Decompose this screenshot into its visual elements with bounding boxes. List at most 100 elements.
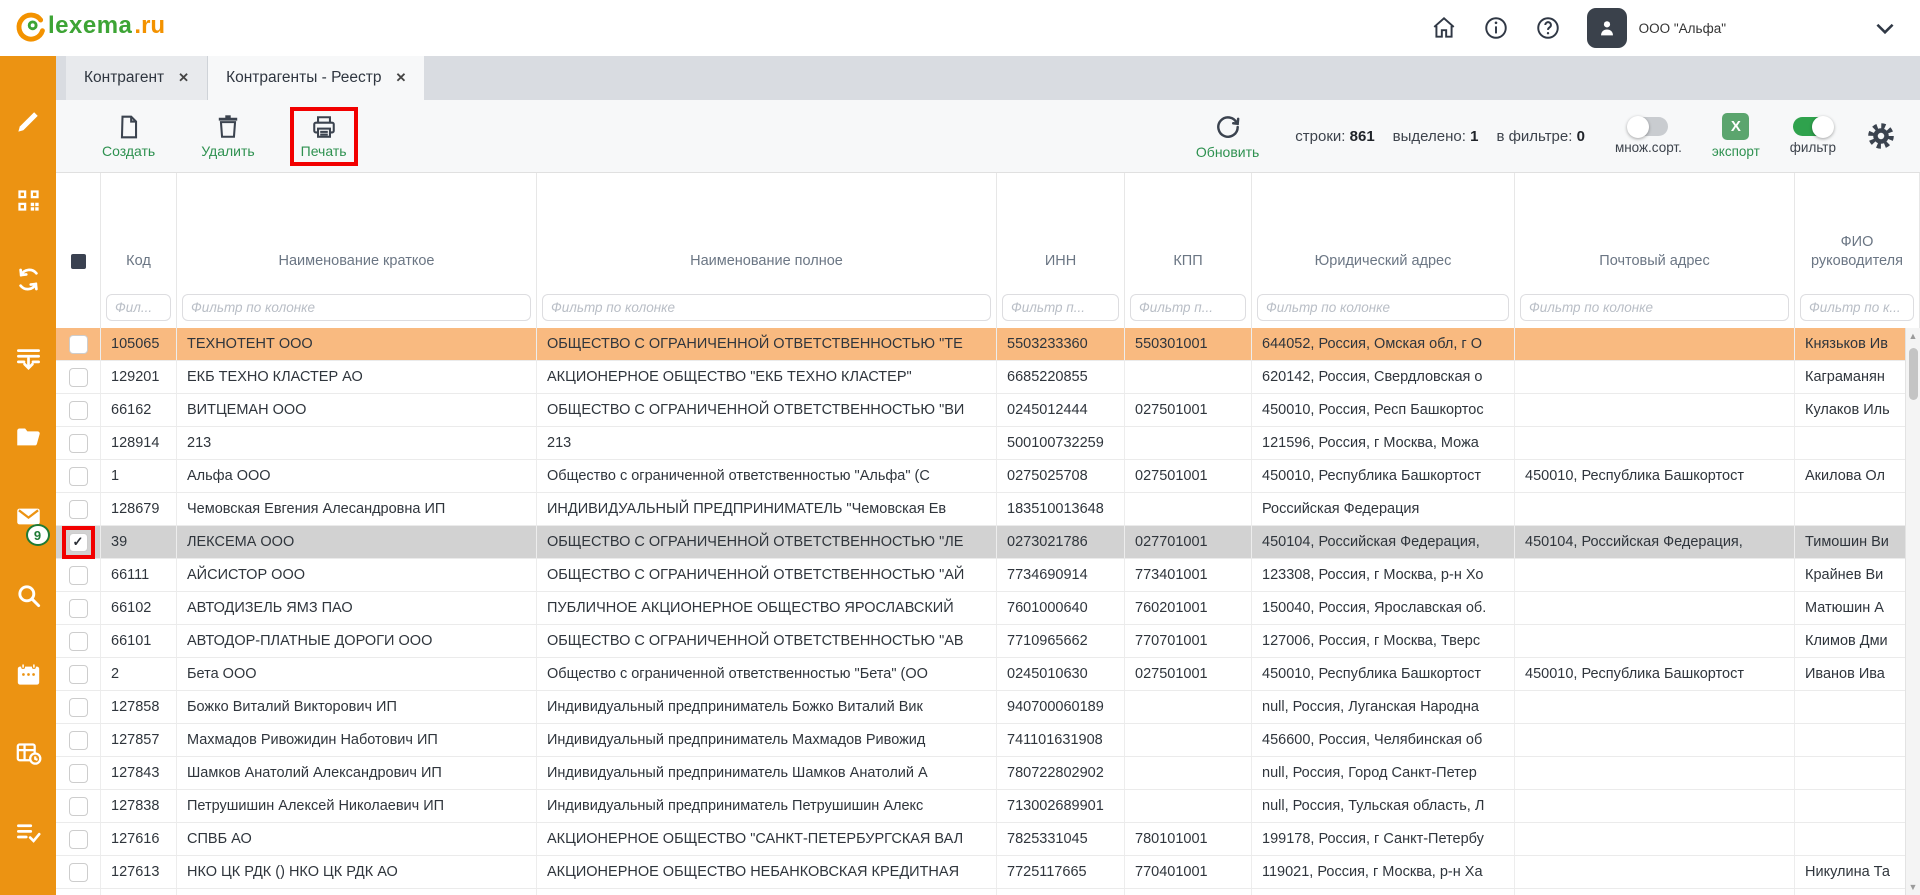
excel-icon[interactable]: X (1722, 113, 1749, 140)
folder-icon[interactable] (15, 424, 42, 451)
column-header-full_name[interactable]: Наименование полное (537, 173, 997, 287)
filter-label: фильтр (1790, 140, 1836, 155)
mail-icon[interactable]: 9 (15, 503, 42, 530)
table-row[interactable]: 128679Чемовская Евгения Алесандровна ИПИ… (56, 493, 1920, 526)
row-checkbox[interactable] (69, 500, 88, 519)
table-row[interactable]: 127613НКО ЦК РДК () НКО ЦК РДК АОАКЦИОНЕ… (56, 856, 1920, 889)
tasks-check-icon[interactable] (15, 819, 42, 846)
filter-input-legal_address[interactable] (1257, 294, 1509, 321)
table-row[interactable]: 105065ТЕХНОТЕНТ ООООБЩЕСТВО С ОГРАНИЧЕНН… (56, 328, 1920, 361)
row-checkbox[interactable] (69, 566, 88, 585)
help-icon[interactable] (1535, 15, 1561, 41)
row-select-cell (56, 394, 101, 426)
table-row[interactable]: 66102АВТОДИЗЕЛЬ ЯМЗ ПАОПУБЛИЧНОЕ АКЦИОНЕ… (56, 592, 1920, 625)
sync-icon[interactable] (15, 266, 42, 293)
tab-close-icon[interactable]: ✕ (396, 70, 407, 86)
gear-icon[interactable] (1866, 121, 1896, 151)
cell-code: 127857 (101, 724, 177, 756)
print-button-label: Печать (301, 143, 347, 159)
column-header-kpp[interactable]: КПП (1125, 173, 1252, 287)
lexema-logo[interactable]: lexema.ru (14, 12, 165, 44)
calendar-icon[interactable] (15, 661, 42, 688)
row-checkbox[interactable] (69, 830, 88, 849)
table-row[interactable]: 127838Петрушишин Алексей Николаевич ИПИн… (56, 790, 1920, 823)
column-header-legal_address[interactable]: Юридический адрес (1252, 173, 1515, 287)
filter-input-fio[interactable] (1800, 294, 1914, 321)
table-row[interactable]: 127858Божко Виталий Викторович ИПИндивид… (56, 691, 1920, 724)
row-checkbox[interactable] (69, 797, 88, 816)
table-row[interactable]: 127404Махмадов Ривожидин Наботович ИПИнд… (56, 889, 1920, 895)
tab-close-icon[interactable]: ✕ (178, 70, 189, 86)
current-company-label[interactable]: ООО "Альфа" (1639, 21, 1726, 36)
filter-input-inn[interactable] (1002, 294, 1119, 321)
filter-input-kpp[interactable] (1130, 294, 1246, 321)
scrollbar-thumb[interactable] (1909, 348, 1918, 400)
tab-kontragenty-reestr[interactable]: Контрагенты - Реестр ✕ (208, 56, 424, 100)
column-header-short_name[interactable]: Наименование краткое (177, 173, 537, 287)
table-row[interactable]: 66111АЙСИСТОР ООООБЩЕСТВО С ОГРАНИЧЕННОЙ… (56, 559, 1920, 592)
cell-short_name: ЛЕКСЕМА ООО (177, 526, 537, 558)
table-row[interactable]: 66101АВТОДОР-ПЛАТНЫЕ ДОРОГИ ООООБЩЕСТВО … (56, 625, 1920, 658)
filter-input-postal_address[interactable] (1520, 294, 1789, 321)
table-row[interactable]: 128914213213500100732259121596, Россия, … (56, 427, 1920, 460)
filter-switch[interactable] (1793, 117, 1833, 136)
table-row[interactable]: 129201ЕКБ ТЕХНО КЛАСТЕР АОАКЦИОНЕРНОЕ ОБ… (56, 361, 1920, 394)
column-header-inn[interactable]: ИНН (997, 173, 1125, 287)
multisort-toggle[interactable]: множ.сорт. (1615, 117, 1682, 155)
pencil-icon[interactable] (15, 108, 42, 135)
cell-inn: 713002689901 (997, 790, 1125, 822)
home-icon[interactable] (1431, 15, 1457, 41)
row-checkbox[interactable] (69, 599, 88, 618)
list-download-icon[interactable] (15, 345, 42, 372)
table-row[interactable]: 127857Махмадов Ривожидин Наботович ИПИнд… (56, 724, 1920, 757)
filter-input-full_name[interactable] (542, 294, 991, 321)
row-checkbox[interactable] (69, 401, 88, 420)
multisort-switch[interactable] (1628, 117, 1668, 136)
cell-kpp: 773401001 (1125, 559, 1252, 591)
vertical-scrollbar[interactable]: ▲ ▼ (1905, 328, 1920, 895)
qr-code-icon[interactable] (15, 187, 42, 214)
report-clock-icon[interactable] (15, 740, 42, 767)
row-checkbox[interactable] (69, 632, 88, 651)
cell-short_name: Махмадов Ривожидин Наботович ИП (177, 724, 537, 756)
create-button[interactable]: Создать (96, 112, 161, 161)
column-header-fio[interactable]: ФИО руководителя (1795, 173, 1920, 287)
refresh-button[interactable]: Обновить (1190, 111, 1265, 162)
column-header-postal_address[interactable]: Почтовый адрес (1515, 173, 1795, 287)
cell-fio: Матюшин А (1795, 592, 1920, 624)
table-row[interactable]: 66162ВИТЦЕМАН ООООБЩЕСТВО С ОГРАНИЧЕННОЙ… (56, 394, 1920, 427)
row-checkbox[interactable] (69, 368, 88, 387)
row-checkbox[interactable] (69, 764, 88, 783)
filter-input-short_name[interactable] (182, 294, 531, 321)
row-checkbox-wrap (69, 566, 88, 585)
user-avatar[interactable] (1587, 8, 1627, 48)
tab-kontragent[interactable]: Контрагент ✕ (66, 56, 208, 100)
chevron-down-icon[interactable] (1872, 15, 1898, 41)
export-button[interactable]: X экспорт (1712, 113, 1760, 159)
table-row[interactable]: 2Бета ООООбщество с ограниченной ответст… (56, 658, 1920, 691)
row-checkbox[interactable] (69, 731, 88, 750)
print-button[interactable]: Печать (295, 112, 353, 161)
row-checkbox[interactable] (69, 665, 88, 684)
cell-inn: 780722802902 (997, 757, 1125, 789)
info-icon[interactable] (1483, 15, 1509, 41)
filter-toggle[interactable]: фильтр (1790, 117, 1836, 155)
table-row[interactable]: 127616СПВБ АОАКЦИОНЕРНОЕ ОБЩЕСТВО "САНКТ… (56, 823, 1920, 856)
row-checkbox[interactable]: ✓ (69, 533, 88, 552)
table-row[interactable]: 1Альфа ООООбщество с ограниченной ответс… (56, 460, 1920, 493)
column-header-code[interactable]: Код (101, 173, 177, 287)
scroll-up-icon[interactable]: ▲ (1906, 328, 1920, 344)
delete-button[interactable]: Удалить (195, 112, 260, 161)
row-checkbox[interactable] (69, 698, 88, 717)
scroll-down-icon[interactable]: ▼ (1906, 879, 1920, 895)
table-row[interactable]: ✓39ЛЕКСЕМА ООООБЩЕСТВО С ОГРАНИЧЕННОЙ ОТ… (56, 526, 1920, 559)
row-checkbox[interactable] (69, 434, 88, 453)
search-icon[interactable] (15, 582, 42, 609)
select-all-checkbox[interactable] (71, 254, 86, 269)
row-checkbox[interactable] (69, 335, 88, 354)
filter-input-code[interactable] (106, 294, 171, 321)
cell-postal_address (1515, 328, 1795, 360)
table-row[interactable]: 127843Шамков Анатолий Александрович ИПИн… (56, 757, 1920, 790)
row-checkbox[interactable] (69, 863, 88, 882)
row-checkbox[interactable] (69, 467, 88, 486)
